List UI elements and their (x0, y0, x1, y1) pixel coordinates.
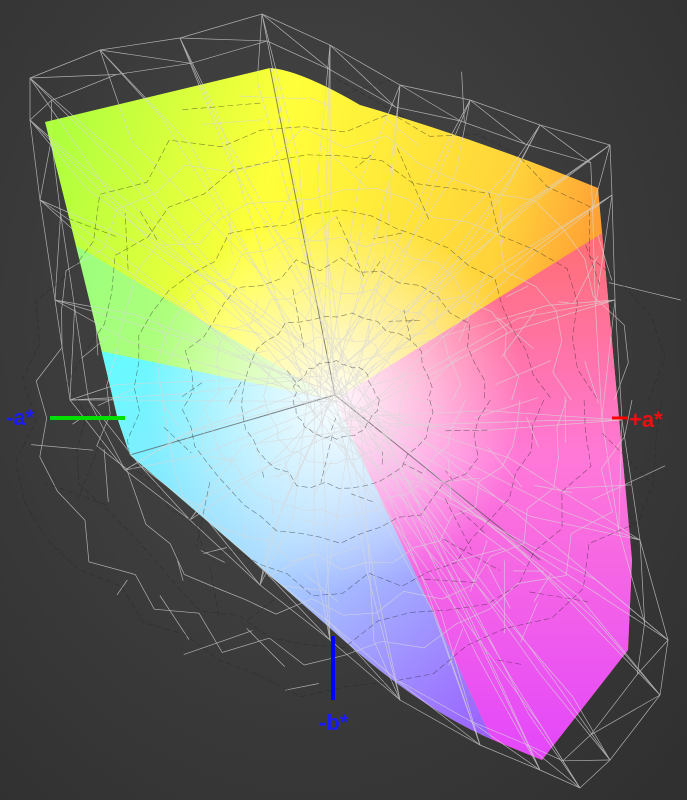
neg-a-axis-label: -a* (6, 405, 35, 430)
neg-b-axis-label: -b* (319, 710, 349, 735)
pos-a-axis-label: +a* (629, 407, 663, 432)
gamut-visualization (15, 13, 681, 789)
